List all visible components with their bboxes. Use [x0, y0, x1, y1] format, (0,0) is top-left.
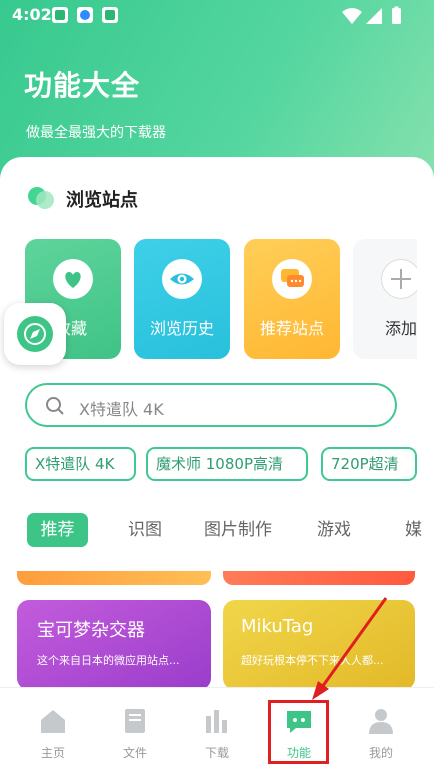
game-title: 宝可梦杂交器: [37, 620, 145, 641]
category-tabs: 推荐 识图 图片制作 游戏 媒: [0, 509, 434, 549]
user-icon: [369, 709, 393, 734]
card-label: 推荐站点: [259, 319, 324, 338]
tab-media[interactable]: 媒: [405, 513, 422, 547]
section-title: 浏览站点: [66, 190, 138, 211]
main-panel: 浏览站点 址收藏 浏览历史 推荐站点 添加 X特遣队 4K X特遣队 4K 魔术…: [0, 157, 434, 687]
card-strip[interactable]: [17, 571, 211, 585]
floating-compass-button[interactable]: [4, 303, 66, 365]
nav-profile[interactable]: 我的: [338, 688, 424, 767]
chat-bubble-icon: [272, 259, 312, 299]
wifi-icon: [342, 8, 362, 24]
status-bar: 4:02: [0, 0, 434, 30]
search-icon: [46, 397, 64, 415]
suggestion-chip[interactable]: 720P超清: [321, 447, 417, 481]
card-add[interactable]: 添加: [353, 239, 417, 359]
tab-image-recognition[interactable]: 识图: [128, 513, 162, 547]
battery-icon: [392, 8, 401, 24]
book-icon: [125, 709, 145, 733]
search-placeholder: X特遣队 4K: [79, 400, 164, 419]
notification-app-icon: [102, 7, 118, 23]
tab-recommended[interactable]: 推荐: [27, 513, 88, 547]
nav-label: 文件: [122, 746, 147, 760]
card-label: 添加: [384, 319, 417, 338]
tab-image-making[interactable]: 图片制作: [204, 513, 272, 547]
nav-label: 我的: [368, 746, 393, 760]
nav-label: 主页: [40, 746, 65, 760]
compass-icon: [17, 316, 53, 352]
notification-app-icon: [52, 7, 68, 23]
card-recommended[interactable]: 推荐站点: [244, 239, 340, 359]
annotation-highlight-box: [268, 700, 329, 764]
game-description: 超好玩根本停不下来人人都...: [241, 654, 384, 667]
game-title: MikuTag: [241, 616, 314, 637]
home-icon: [41, 710, 65, 733]
game-card[interactable]: MikuTag 超好玩根本停不下来人人都...: [223, 600, 415, 687]
nav-download[interactable]: 下载: [174, 688, 260, 767]
bubbles-icon: [28, 185, 54, 211]
page-subtitle: 做最全最强大的下载器: [26, 125, 166, 141]
card-history[interactable]: 浏览历史: [134, 239, 230, 359]
game-description: 这个来自日本的微应用站点...: [37, 654, 180, 667]
nav-files[interactable]: 文件: [92, 688, 178, 767]
search-input[interactable]: X特遣队 4K: [25, 383, 397, 427]
suggestion-chip[interactable]: X特遣队 4K: [25, 447, 136, 481]
bottom-nav: 主页 文件 下载 功能 我的: [0, 687, 434, 767]
tab-games[interactable]: 游戏: [317, 513, 351, 547]
download-notification-icon: [77, 7, 93, 23]
page-title: 功能大全: [24, 69, 141, 102]
nav-label: 下载: [204, 746, 229, 760]
suggestion-chip[interactable]: 魔术师 1080P高清: [146, 447, 308, 481]
card-strip[interactable]: [223, 571, 415, 585]
status-time: 4:02: [12, 5, 52, 24]
game-card[interactable]: 宝可梦杂交器 这个来自日本的微应用站点...: [17, 600, 211, 687]
bar-chart-icon: [206, 710, 227, 733]
eye-icon: [162, 259, 202, 299]
status-icons: [342, 6, 401, 24]
nav-home[interactable]: 主页: [10, 688, 96, 767]
plus-icon: [381, 259, 417, 299]
card-label: 浏览历史: [149, 319, 214, 338]
signal-icon: [366, 8, 382, 24]
heart-icon: [53, 259, 93, 299]
